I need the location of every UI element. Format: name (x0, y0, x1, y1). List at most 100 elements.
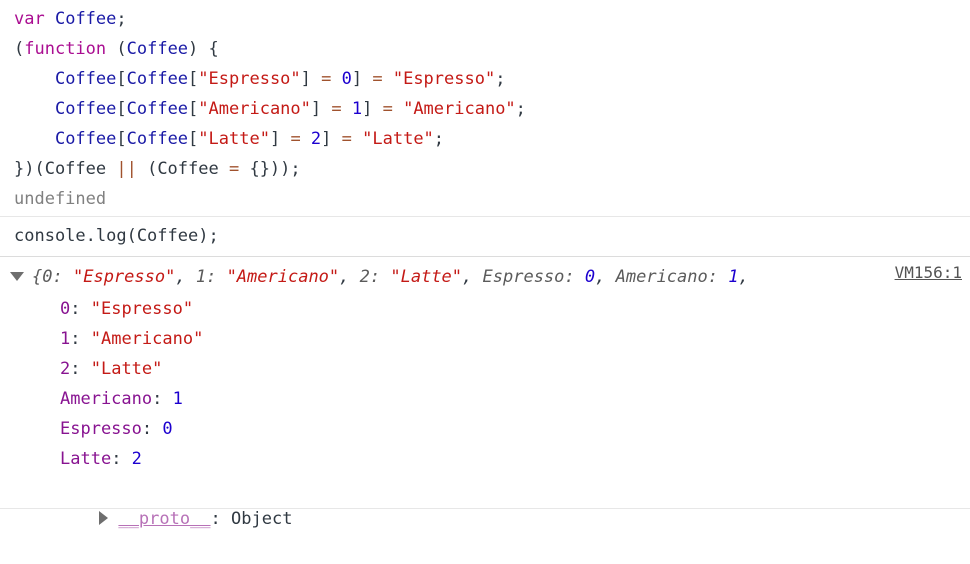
code-token: = (280, 129, 311, 149)
triangle-down-icon[interactable] (10, 271, 24, 281)
code-token: [ (116, 129, 127, 149)
code-token: {})); (239, 159, 301, 179)
property-name: Americano (60, 389, 153, 409)
proto-name[interactable]: __proto__ (118, 509, 210, 529)
code-line: var Coffee; (0, 4, 970, 34)
code-token: "Espresso" (198, 69, 301, 89)
triangle-right-icon[interactable] (99, 511, 109, 525)
code-token: [ (188, 99, 199, 119)
code-token: Coffee (54, 99, 117, 119)
code-token: Coffee (126, 129, 189, 149)
code-token: ] (362, 99, 373, 119)
property-separator: : (70, 299, 91, 319)
object-preview-row[interactable]: {0: "Espresso", 1: "Americano", 2: "Latt… (0, 261, 970, 294)
code-token: Coffee (54, 9, 117, 29)
preview-token: , (595, 267, 616, 287)
code-token: Coffee (126, 69, 189, 89)
preview-token: , (738, 267, 749, 287)
console-log-result: VM156:1 {0: "Espresso", 1: "Americano", … (0, 257, 970, 529)
property-separator: : (141, 419, 163, 439)
code-token: "Espresso" (392, 69, 496, 89)
property-name: Latte (60, 449, 112, 469)
code-token: ( (14, 39, 25, 59)
code-token: "Latte" (198, 129, 270, 149)
code-token: "Americano" (198, 99, 311, 119)
preview-token: 2 (359, 267, 370, 287)
preview-token: "Americano" (226, 267, 340, 287)
property-separator: : (70, 359, 91, 379)
property-name: Espresso (60, 419, 142, 439)
preview-token: Americano (615, 267, 708, 287)
code-token: (Coffee (136, 159, 229, 179)
object-property-row[interactable]: 2: "Latte" (0, 354, 970, 384)
code-token: Coffee (126, 99, 189, 119)
code-token: 1 (351, 99, 363, 119)
preview-token: { (32, 267, 43, 287)
preview-token: Espresso (482, 267, 565, 287)
code-token: ] (351, 69, 363, 89)
code-line: })(Coffee || (Coffee = {})); (0, 154, 970, 184)
code-token: ; (515, 99, 526, 119)
code-token: = (362, 69, 393, 89)
property-name: 0 (60, 299, 71, 319)
code-line: Coffee[Coffee["Americano"] = 1] = "Ameri… (0, 94, 970, 124)
source-location-link[interactable]: VM156:1 (895, 260, 962, 286)
code-token: = (372, 99, 404, 119)
preview-token: 0 (584, 267, 596, 287)
object-properties-list: 0: "Espresso" 1: "Americano" 2: "Latte" Ame… (0, 294, 970, 474)
code-token: ; (495, 69, 506, 89)
preview-token: : (564, 267, 585, 287)
property-value: "Espresso" (90, 299, 194, 319)
preview-token: : (369, 267, 391, 287)
console-source-block: var Coffee; (function (Coffee) { Coffee[… (0, 0, 970, 216)
code-token: = (228, 159, 240, 179)
code-token: ] (310, 99, 322, 119)
object-property-row[interactable]: 0: "Espresso" (0, 294, 970, 324)
code-token: Coffee (54, 129, 117, 149)
code-token: ] (321, 129, 332, 149)
preview-token: "Latte" (390, 267, 463, 287)
code-token: ] (300, 69, 311, 89)
code-token: undefined (14, 189, 107, 209)
preview-token: , (339, 267, 360, 287)
object-property-row[interactable]: Americano: 1 (0, 384, 970, 414)
code-token: "Americano" (403, 99, 516, 119)
code-token: 2 (310, 129, 322, 149)
code-token: [ (116, 69, 127, 89)
property-separator: : (70, 329, 91, 349)
code-line: Coffee[Coffee["Latte"] = 2] = "Latte"; (0, 124, 970, 154)
preview-token: 1 (728, 267, 739, 287)
preview-token: : (52, 267, 73, 287)
object-property-row[interactable]: 1: "Americano" (0, 324, 970, 354)
property-value: "Americano" (90, 329, 204, 349)
preview-token: 1 (195, 267, 207, 287)
code-token: [ (188, 129, 199, 149)
code-token: [ (188, 69, 199, 89)
property-separator: : (111, 449, 132, 469)
code-token: = (310, 69, 342, 89)
property-value: 2 (131, 449, 142, 469)
code-token: 0 (341, 69, 352, 89)
property-value: 1 (172, 389, 183, 409)
undefined-result-line: undefined (0, 184, 970, 214)
proto-row[interactable]: __proto__: Object (0, 474, 970, 529)
console-input-echo[interactable]: console.log(Coffee); (0, 217, 970, 256)
code-token: ; (116, 9, 127, 29)
proto-value[interactable]: Object (231, 509, 292, 529)
object-property-row[interactable]: Espresso: 0 (0, 414, 970, 444)
property-separator: : (152, 389, 173, 409)
proto-separator: : (210, 509, 232, 529)
code-token: })(Coffee (14, 159, 117, 179)
code-token: "Latte" (362, 129, 434, 149)
object-property-row[interactable]: Latte: 2 (0, 444, 970, 474)
code-token: || (116, 159, 137, 179)
preview-token: : (206, 267, 227, 287)
preview-token: "Espresso" (72, 267, 176, 287)
property-value: 0 (162, 419, 173, 439)
code-token: ] (269, 129, 281, 149)
code-token: ) { (188, 39, 219, 59)
code-line: Coffee[Coffee["Espresso"] = 0] = "Espres… (0, 64, 970, 94)
